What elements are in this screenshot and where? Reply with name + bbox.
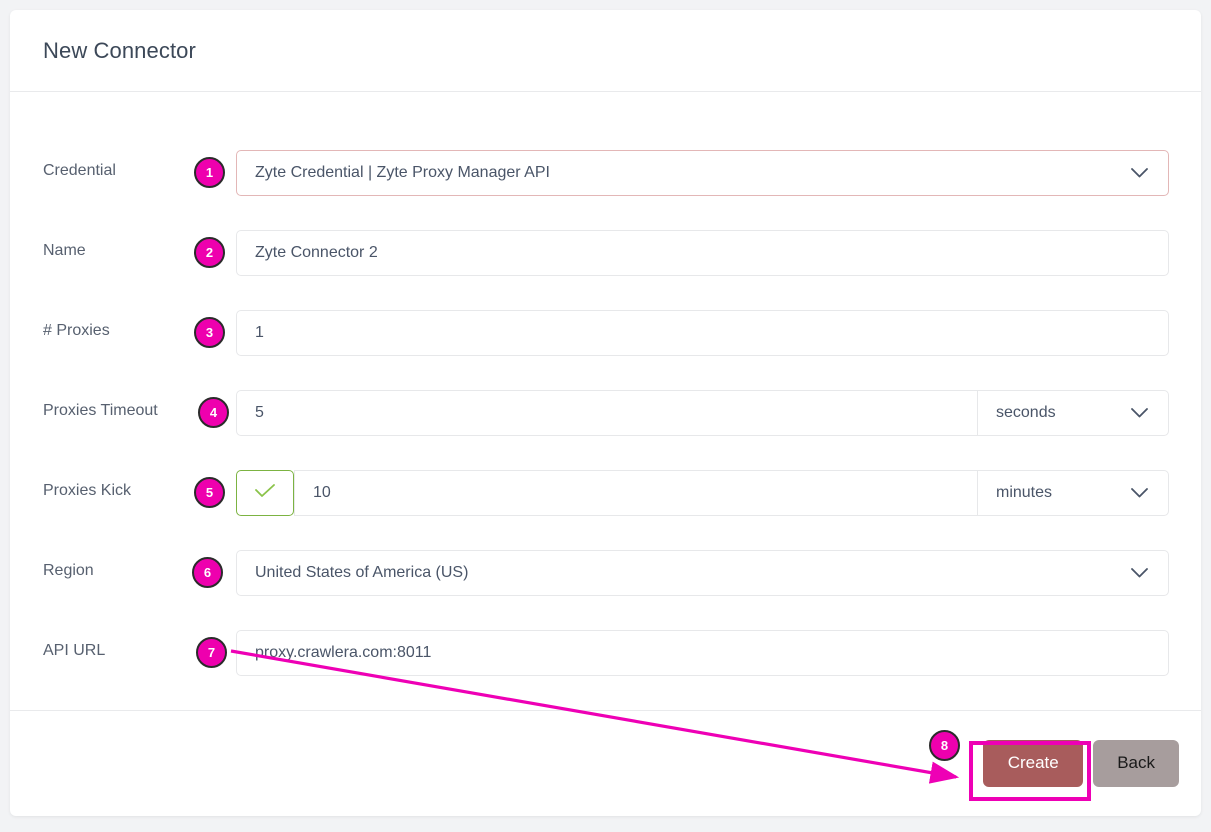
annotation-badge-4: 4	[198, 397, 229, 428]
name-input[interactable]: Zyte Connector 2	[236, 230, 1169, 276]
new-connector-card: New Connector Credential 1 Zyte Credenti…	[10, 10, 1201, 816]
label-credential: Credential	[43, 162, 116, 179]
proxies-kick-checkbox[interactable]	[236, 470, 294, 516]
chevron-down-icon[interactable]	[1131, 568, 1148, 578]
card-footer: Create Back	[10, 710, 1201, 815]
form-row-region: Region 6 United States of America (US)	[10, 550, 1201, 596]
annotation-badge-5: 5	[194, 477, 225, 508]
form-row-proxies-timeout: Proxies Timeout 4 5 seconds	[10, 390, 1201, 436]
proxies-timeout-unit-value: seconds	[996, 404, 1056, 421]
api-url-value: proxy.crawlera.com:8011	[255, 644, 432, 661]
region-value: United States of America (US)	[255, 564, 469, 581]
num-proxies-value: 1	[255, 324, 264, 341]
card-header: New Connector	[10, 10, 1201, 92]
back-button[interactable]: Back	[1093, 739, 1179, 787]
check-icon	[254, 483, 276, 503]
create-button[interactable]: Create	[983, 739, 1084, 787]
credential-value: Zyte Credential | Zyte Proxy Manager API	[255, 164, 550, 181]
name-value: Zyte Connector 2	[255, 244, 378, 261]
api-url-input[interactable]: proxy.crawlera.com:8011	[236, 630, 1169, 676]
connector-form: Credential 1 Zyte Credential | Zyte Prox…	[10, 92, 1201, 710]
label-name: Name	[43, 242, 86, 259]
annotation-badge-6: 6	[192, 557, 223, 588]
label-proxies-kick: Proxies Kick	[43, 482, 132, 499]
chevron-down-icon[interactable]	[1131, 408, 1148, 418]
proxies-kick-unit-select[interactable]: minutes	[977, 470, 1169, 516]
screenshot-root: New Connector Credential 1 Zyte Credenti…	[0, 0, 1211, 832]
proxies-timeout-value: 5	[255, 404, 264, 421]
form-row-name: Name 2 Zyte Connector 2	[10, 230, 1201, 276]
num-proxies-input[interactable]: 1	[236, 310, 1169, 356]
label-num-proxies: # Proxies	[43, 322, 110, 339]
proxies-kick-unit-value: minutes	[996, 484, 1053, 501]
proxies-kick-input[interactable]: 10	[294, 470, 978, 516]
label-proxies-timeout: Proxies Timeout	[43, 402, 158, 419]
label-api-url: API URL	[43, 642, 106, 659]
form-row-api-url: API URL 7 proxy.crawlera.com:8011	[10, 630, 1201, 676]
chevron-down-icon[interactable]	[1131, 488, 1148, 498]
chevron-down-icon[interactable]	[1131, 168, 1148, 178]
proxies-kick-value: 10	[313, 484, 331, 501]
region-select[interactable]: United States of America (US)	[236, 550, 1169, 596]
annotation-badge-3: 3	[194, 317, 225, 348]
proxies-timeout-input[interactable]: 5	[236, 390, 978, 436]
annotation-badge-2: 2	[194, 237, 225, 268]
annotation-badge-1: 1	[194, 157, 225, 188]
page-title: New Connector	[43, 37, 196, 63]
annotation-badge-7: 7	[196, 637, 227, 668]
form-row-num-proxies: # Proxies 3 1	[10, 310, 1201, 356]
form-row-credential: Credential 1 Zyte Credential | Zyte Prox…	[10, 150, 1201, 196]
annotation-badge-8: 8	[929, 730, 960, 761]
form-row-proxies-kick: Proxies Kick 5 10 minutes	[10, 470, 1201, 516]
label-region: Region	[43, 562, 94, 579]
proxies-timeout-unit-select[interactable]: seconds	[977, 390, 1169, 436]
credential-select[interactable]: Zyte Credential | Zyte Proxy Manager API	[236, 150, 1169, 196]
